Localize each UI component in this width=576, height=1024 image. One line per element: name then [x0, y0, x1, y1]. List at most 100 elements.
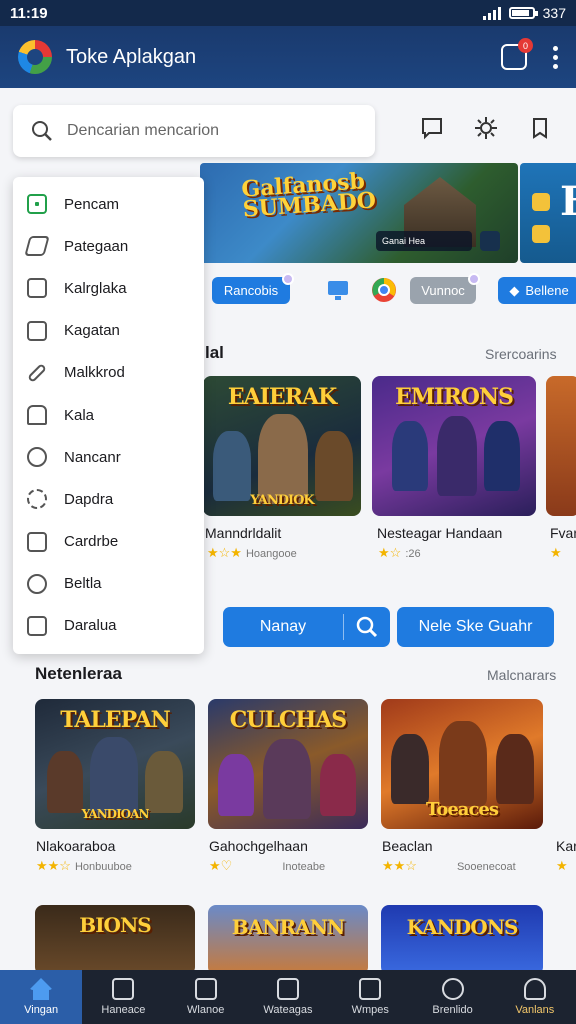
drawer-item-pencam[interactable]: Pencam	[13, 183, 204, 225]
game-card-name[interactable]: Gahochgelhaan	[209, 838, 308, 854]
game-card-image[interactable]: EMIRONS	[372, 376, 536, 516]
square-icon	[27, 194, 47, 215]
drawer-item-dapdra[interactable]: Dapdra	[13, 478, 204, 520]
game-card-image[interactable]: TALEPAN YANDIOAN	[35, 699, 195, 829]
drawer-item-cardrbe[interactable]: Cardrbe	[13, 521, 204, 563]
game-card-image[interactable]: BIONS	[35, 905, 195, 975]
game-card-image[interactable]: CULCHAS	[208, 699, 368, 829]
home-icon	[29, 978, 54, 1000]
notification-badge: 0	[518, 38, 533, 53]
bookmark-icon[interactable]	[528, 116, 552, 140]
settings-icon[interactable]	[474, 116, 498, 140]
banner-title-art: Galfanosb SUMBADO	[240, 168, 377, 223]
status-time: 11:19	[10, 4, 48, 22]
drawer-item-label: Pencam	[64, 195, 120, 213]
search-icon[interactable]	[356, 616, 378, 638]
compass-icon	[27, 573, 47, 594]
nav-label: Vingan	[24, 1004, 59, 1016]
status-bar: 11:19 337	[0, 0, 576, 26]
game-card-name[interactable]: Manndrldalit	[205, 525, 281, 541]
puzzle-icon	[27, 405, 47, 426]
screen-icon[interactable]	[325, 277, 351, 303]
app-logo-icon	[18, 40, 52, 74]
nav-item-haneace[interactable]: Haneace	[82, 970, 164, 1024]
game-card-name[interactable]: Kar	[556, 838, 576, 854]
game-card-meta: :26	[405, 548, 421, 560]
drawer-item-label: Cardrbe	[64, 533, 119, 551]
game-card-image[interactable]	[556, 699, 576, 829]
game-card-name[interactable]: Nlakoaraboa	[36, 838, 115, 854]
message-icon[interactable]	[420, 116, 444, 140]
battery-text: 337	[542, 5, 566, 21]
search-icon	[441, 978, 464, 1000]
drawer-item-label: Pategaan	[64, 237, 129, 255]
drawer-item-label: Kalrglaka	[64, 279, 127, 297]
pencil-icon	[27, 362, 47, 383]
battery-icon	[508, 7, 538, 19]
section-title: lal	[205, 343, 224, 362]
game-card-image[interactable]: EAIERAK YANDIOK	[203, 376, 361, 516]
nav-item-wateagas[interactable]: Wateagas	[247, 970, 329, 1024]
document-icon	[27, 278, 47, 299]
game-card-name[interactable]: Fvan	[550, 525, 576, 541]
bottom-navigation: Vingan Haneace Wlanoe Wateagas Wmpes Bre…	[0, 970, 576, 1024]
game-card-rating: ★♡ Inoteabe	[209, 858, 326, 873]
game-card-rating: ★	[550, 545, 562, 560]
nav-item-wlanoe[interactable]: Wlanoe	[165, 970, 247, 1024]
drawer-item-beltla[interactable]: Beltla	[13, 563, 204, 605]
section-see-all-link[interactable]: Srercoarins	[485, 346, 557, 362]
drawer-item-kala[interactable]: Kala	[13, 394, 204, 436]
section-see-all-link[interactable]: Malcnarars	[487, 667, 556, 683]
nav-item-vanlans[interactable]: Vanlans	[494, 970, 576, 1024]
game-card-image[interactable]: Toeaces	[381, 699, 543, 829]
game-card-image[interactable]	[546, 376, 576, 516]
drawer-item-malkkrod[interactable]: Malkkrod	[13, 352, 204, 394]
nav-label: Wateagas	[263, 1004, 313, 1016]
browser-icon[interactable]	[371, 277, 397, 303]
button-label: Nanay	[259, 618, 307, 635]
game-card-rating: ★☆★ Hoangooe	[207, 545, 297, 560]
game-card-name[interactable]: Beaclan	[382, 838, 433, 854]
game-card-image[interactable]: KANDONS	[381, 905, 543, 975]
game-card-meta: Sooenecoat	[456, 861, 516, 873]
notification-icon[interactable]: 0	[501, 38, 533, 70]
chip-rancobis[interactable]: Rancobis	[212, 273, 294, 304]
chip-vunnoc[interactable]: Vunnoc	[410, 273, 480, 304]
chip-bellene[interactable]: ◆ Bellene	[498, 277, 576, 304]
drawer-item-kagatan[interactable]: Kagatan	[13, 310, 204, 352]
banner-action-icon[interactable]	[480, 231, 500, 251]
nav-item-vingan[interactable]: Vingan	[0, 970, 83, 1024]
drawer-item-kalrglaka[interactable]: Kalrglaka	[13, 267, 204, 309]
drawer-item-label: Daralua	[64, 617, 117, 635]
chart-icon	[27, 320, 47, 341]
nav-item-brenlido[interactable]: Brenlido	[411, 970, 493, 1024]
featured-banner[interactable]: Galfanosb SUMBADO Ganai Hea	[200, 163, 518, 263]
chip-label: Rancobis	[223, 283, 279, 298]
game-card-meta: Inoteabe	[282, 861, 326, 873]
search-input[interactable]	[67, 122, 347, 140]
game-card-rating: ★★☆ Honbuuboe	[36, 858, 132, 873]
search-bar[interactable]	[13, 105, 375, 157]
game-card-name[interactable]: Nesteagar Handaan	[377, 525, 502, 541]
game-card-meta: Hoangooe	[245, 548, 297, 560]
nanay-button[interactable]: Nanay	[223, 607, 390, 647]
drawer-item-pategaan[interactable]: Pategaan	[13, 225, 204, 267]
drawer-item-label: Malkkrod	[64, 364, 125, 382]
featured-banner-next[interactable]: B	[520, 163, 576, 263]
nav-item-wmpes[interactable]: Wmpes	[329, 970, 411, 1024]
tag-icon	[24, 236, 50, 257]
badge-icon	[27, 489, 47, 510]
game-card-image[interactable]: BANRANN	[208, 905, 368, 975]
nele-ske-guahr-button[interactable]: Nele Ske Guahr	[397, 607, 554, 647]
calendar-icon	[27, 615, 47, 636]
banner-tile-icon	[532, 225, 550, 243]
nav-label: Vanlans	[515, 1004, 555, 1016]
banner-side-letter: B	[560, 178, 576, 225]
drawer-item-daralua[interactable]: Daralua	[13, 605, 204, 647]
person-icon	[523, 978, 546, 1000]
chip-label: Bellene	[525, 283, 569, 298]
drawer-item-nancanr[interactable]: Nancanr	[13, 436, 204, 478]
puzzle-icon	[359, 978, 382, 1000]
drawer-item-label: Dapdra	[64, 490, 114, 508]
more-menu-icon[interactable]	[553, 45, 558, 69]
